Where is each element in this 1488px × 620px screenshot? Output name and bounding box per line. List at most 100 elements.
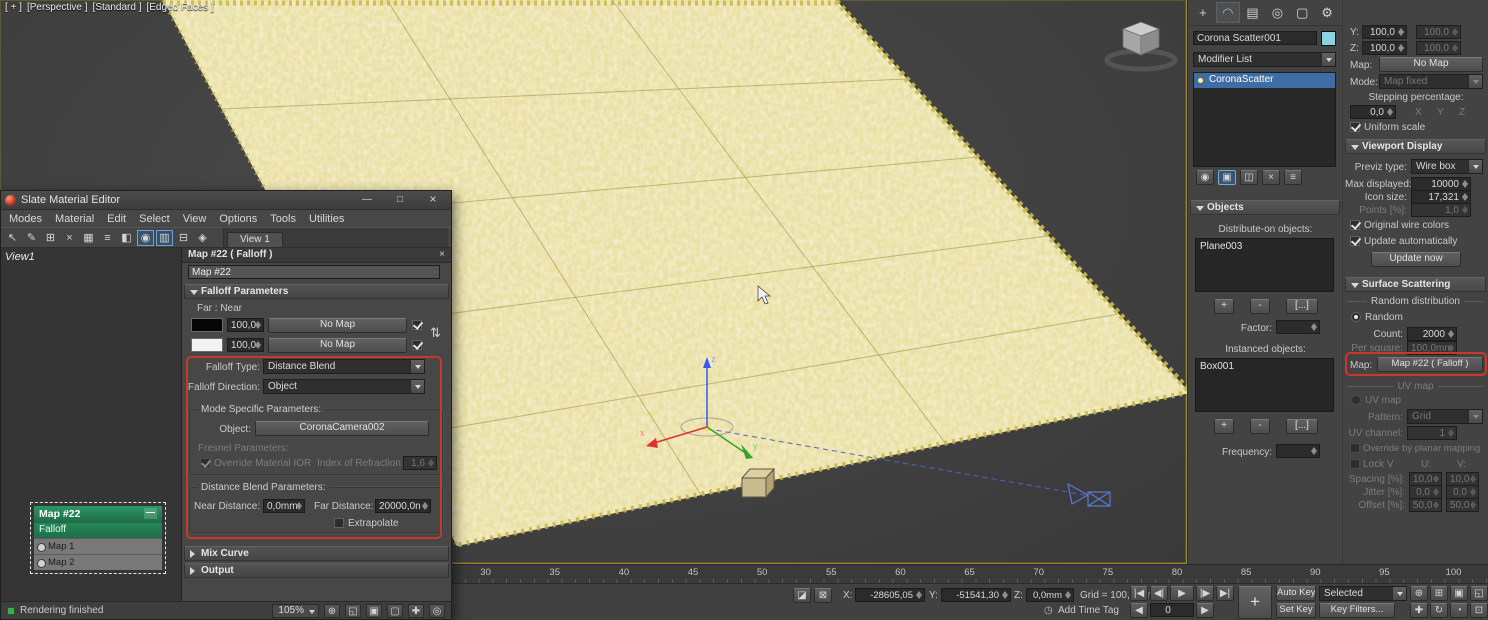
set-key-button[interactable]: Set Key xyxy=(1276,603,1316,618)
pan-tool-icon[interactable]: ✚ xyxy=(408,603,424,618)
parameter-editor-close-icon[interactable]: × xyxy=(439,248,445,262)
mix-curve-rollout[interactable]: Mix Curve xyxy=(184,546,449,561)
zoom-extents-icon[interactable]: ▣ xyxy=(366,603,382,618)
falloff-type-dropdown[interactable]: Distance Blend xyxy=(263,359,425,374)
object-name-field[interactable]: Corona Scatter001 xyxy=(1193,31,1317,45)
layout-all-icon[interactable]: ≡ xyxy=(99,230,116,246)
icon-size-field[interactable]: 17,321 xyxy=(1411,190,1471,204)
points-percent-field[interactable]: 1,0 xyxy=(1411,203,1471,217)
viewport-plus-menu[interactable]: [ + ] xyxy=(5,2,22,13)
scale-map-button[interactable]: No Map xyxy=(1379,57,1483,72)
output-rollout[interactable]: Output xyxy=(184,563,449,578)
scale-y-from-field[interactable]: 100,0 xyxy=(1362,25,1407,39)
near-color-swatch[interactable] xyxy=(191,318,223,332)
set-keys-button[interactable]: + xyxy=(1238,586,1272,619)
remove-modifier-icon[interactable]: × xyxy=(1262,170,1280,185)
field-of-view-icon[interactable]: ◔ xyxy=(1450,603,1468,618)
swap-colors-icon[interactable]: ⇅ xyxy=(430,325,441,341)
maximize-viewport-toggle-icon[interactable]: ⊡ xyxy=(1470,603,1488,618)
pick-instanced-objects-button[interactable]: [...] xyxy=(1286,419,1318,434)
near-map-enable-checkbox[interactable] xyxy=(412,320,422,330)
node-slot-map1[interactable]: Map 1 xyxy=(34,538,162,554)
hierarchy-tab[interactable]: ▤ xyxy=(1241,2,1265,23)
next-frame-button[interactable]: |▶ xyxy=(1196,586,1214,601)
slate-title-bar[interactable]: Slate Material Editor — □ × xyxy=(1,191,451,210)
go-to-start-button[interactable]: |◀ xyxy=(1130,586,1148,601)
add-instanced-object-button[interactable]: + xyxy=(1214,419,1234,434)
list-item[interactable]: Box001 xyxy=(1196,359,1333,374)
frequency-field[interactable] xyxy=(1276,444,1320,458)
modifier-stack-entry[interactable]: CoronaScatter xyxy=(1194,73,1335,88)
pick-material-icon[interactable]: ✎ xyxy=(23,230,40,246)
node-slot-map2[interactable]: Map 2 xyxy=(34,554,162,570)
viewcube[interactable] xyxy=(1104,21,1178,72)
orbit-tool-icon[interactable]: ◎ xyxy=(429,603,445,618)
scale-z-to-field[interactable]: 100,0 xyxy=(1416,41,1461,55)
maximize-button[interactable]: □ xyxy=(386,193,414,208)
falloff-map-node[interactable]: Map #22 — Falloff Map 1 Map 2 xyxy=(30,502,166,574)
auto-key-button[interactable]: Auto Key xyxy=(1276,586,1316,601)
menu-tools[interactable]: Tools xyxy=(270,213,296,225)
view1-tab[interactable]: View 1 xyxy=(227,232,283,247)
timeline-ruler[interactable]: 30 35 40 45 50 55 60 65 70 75 80 85 90 9… xyxy=(451,564,1488,583)
zoom-all-icon[interactable]: ⊞ xyxy=(1430,586,1448,601)
near-map-button[interactable]: No Map xyxy=(268,318,407,333)
jitter-u-field[interactable]: 0,0 xyxy=(1409,485,1442,499)
far-distance-field[interactable]: 20000,0n xyxy=(375,499,431,513)
far-color-swatch[interactable] xyxy=(191,338,223,352)
selection-set-dropdown[interactable]: Selected xyxy=(1319,586,1407,601)
near-amount-field[interactable]: 100,0 xyxy=(227,318,264,332)
orbit-icon[interactable]: ↻ xyxy=(1430,603,1448,618)
uv-map-radio[interactable] xyxy=(1351,395,1361,405)
override-material-ior-checkbox[interactable] xyxy=(200,458,210,468)
menu-material[interactable]: Material xyxy=(55,213,94,225)
zoom-extents-selected-icon[interactable]: ▢ xyxy=(387,603,403,618)
per-square-field[interactable]: 100,0mm xyxy=(1407,341,1457,355)
instanced-objects-list[interactable]: Box001 xyxy=(1195,358,1334,412)
scatter-map-button[interactable]: Map #22 ( Falloff ) xyxy=(1377,357,1483,372)
next-key-button[interactable]: ▶ xyxy=(1196,603,1214,618)
add-time-tag[interactable]: Add Time Tag xyxy=(1058,605,1119,617)
remove-instanced-object-button[interactable]: - xyxy=(1250,419,1270,434)
object-color-swatch[interactable] xyxy=(1321,31,1336,46)
menu-modes[interactable]: Modes xyxy=(9,213,42,225)
far-map-button[interactable]: No Map xyxy=(268,338,407,353)
far-map-enable-checkbox[interactable] xyxy=(412,340,422,350)
zoom-icon[interactable]: ⊕ xyxy=(1410,586,1428,601)
x-coordinate-field[interactable]: -28605,05 xyxy=(855,588,925,602)
corona-camera-icon[interactable] xyxy=(1067,482,1111,507)
count-field[interactable]: 2000 xyxy=(1407,327,1457,341)
falloff-parameters-rollout[interactable]: Falloff Parameters xyxy=(184,284,449,299)
show-grid-icon[interactable]: ▦ xyxy=(80,230,97,246)
modify-tab[interactable]: ◠ xyxy=(1215,2,1240,23)
previous-key-button[interactable]: ◀ xyxy=(1130,603,1148,618)
scale-mode-dropdown[interactable]: Map fixed xyxy=(1379,74,1483,89)
pan-icon[interactable]: ✚ xyxy=(1410,603,1428,618)
selection-lock-toggle-icon[interactable]: ⊠ xyxy=(814,588,832,603)
spacing-v-field[interactable]: 10,0 xyxy=(1446,472,1479,486)
play-button[interactable]: ▶ xyxy=(1170,586,1194,601)
material-preview-icon[interactable]: ◉ xyxy=(137,229,154,246)
zoom-extents-tool-icon[interactable]: ◈ xyxy=(194,230,211,246)
update-now-button[interactable]: Update now xyxy=(1371,252,1461,267)
offset-v-field[interactable]: 50,0 xyxy=(1446,498,1479,512)
modifier-list-dropdown[interactable]: Modifier List xyxy=(1193,52,1336,67)
hide-unused-nodeslots-icon[interactable]: ⊟ xyxy=(175,230,192,246)
menu-options[interactable]: Options xyxy=(219,213,257,225)
assign-material-icon[interactable]: ⊞ xyxy=(42,230,59,246)
override-planar-checkbox[interactable] xyxy=(1350,443,1360,453)
scale-z-from-field[interactable]: 100,0 xyxy=(1362,41,1407,55)
near-distance-field[interactable]: 0,0mm xyxy=(263,499,305,513)
offset-u-field[interactable]: 50,0 xyxy=(1409,498,1442,512)
display-tab[interactable]: ▢ xyxy=(1290,2,1314,23)
uv-channel-field[interactable]: 1 xyxy=(1407,426,1457,440)
box001-object[interactable] xyxy=(740,467,776,499)
pattern-dropdown[interactable]: Grid xyxy=(1407,409,1483,424)
configure-modifier-sets-icon[interactable]: ≡ xyxy=(1284,170,1302,185)
motion-tab[interactable]: ◎ xyxy=(1265,2,1289,23)
extrapolate-checkbox[interactable] xyxy=(334,518,344,528)
show-background-icon[interactable]: ▥ xyxy=(156,229,173,246)
viewport-render-style-menu[interactable]: [Standard ] xyxy=(93,2,142,13)
delete-selected-icon[interactable]: × xyxy=(61,230,78,246)
zoom-region-icon[interactable]: ◱ xyxy=(345,603,361,618)
